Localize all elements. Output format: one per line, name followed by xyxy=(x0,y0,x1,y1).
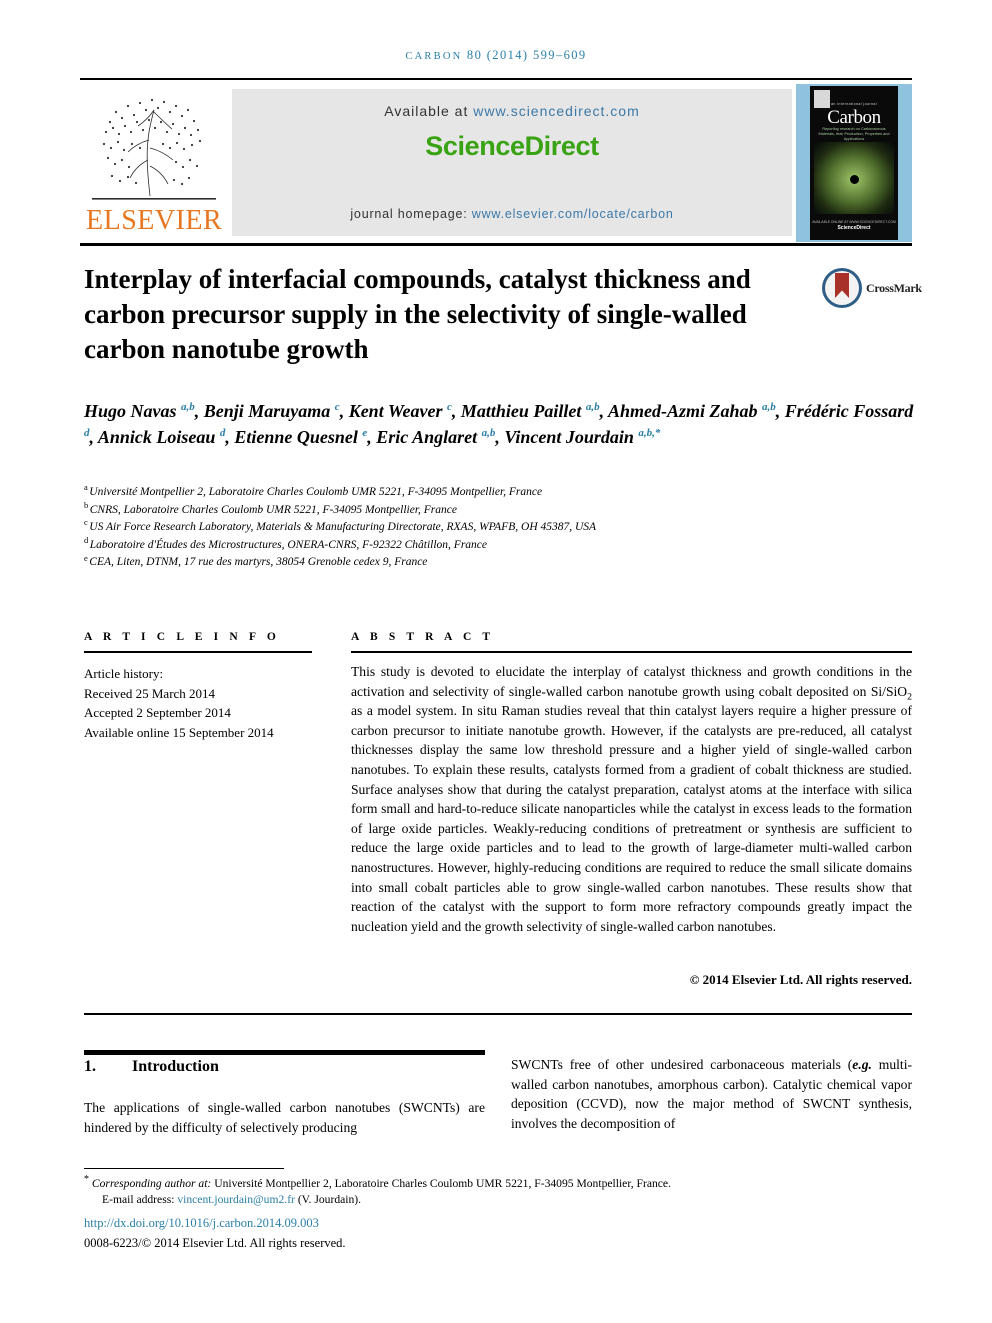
page-title: Interplay of interfacial compounds, cata… xyxy=(84,264,751,364)
intro-paragraph-right: SWCNTs free of other undesired carbonace… xyxy=(511,1055,912,1133)
cover-footer-small: AVAILABLE ONLINE AT WWW.SCIENCEDIRECT.CO… xyxy=(812,220,896,224)
sciencedirect-banner: Available at www.sciencedirect.com Scien… xyxy=(232,89,792,236)
affiliation-marker: a xyxy=(84,482,88,493)
available-at-prefix: Available at xyxy=(384,103,474,119)
section-heading: 1. Introduction xyxy=(84,1058,504,1076)
footnote-block: * Corresponding author at: Université Mo… xyxy=(84,1174,912,1208)
journal-homepage-line: journal homepage: www.elsevier.com/locat… xyxy=(232,207,792,221)
header-rule xyxy=(80,78,912,80)
email-link[interactable]: vincent.jourdain@um2.fr xyxy=(177,1193,295,1206)
crossmark-label: CrossMark xyxy=(866,281,922,295)
cover-title: Carbon xyxy=(827,107,881,128)
available-at-line: Available at www.sciencedirect.com xyxy=(232,103,792,119)
abstract-text-part2: as a model system. In situ Raman studies… xyxy=(351,703,912,934)
pre-introduction-rule xyxy=(84,1013,912,1015)
cover-subtitle: Reporting research on Carbonaceous Mater… xyxy=(818,127,890,141)
crossmark-logo-icon xyxy=(822,268,862,308)
affiliation-marker: e xyxy=(84,552,88,563)
journal-homepage-link[interactable]: www.elsevier.com/locate/carbon xyxy=(472,207,674,221)
article-info-heading: A R T I C L E I N F O xyxy=(84,631,280,643)
cover-footer-brand: ScienceDirect xyxy=(837,225,871,231)
affiliation-text: CEA, Liten, DTNM, 17 rue des martyrs, 38… xyxy=(89,556,428,569)
affiliation-item: a Université Montpellier 2, Laboratoire C… xyxy=(84,482,914,502)
affiliation-list: a Université Montpellier 2, Laboratoire C… xyxy=(84,482,914,572)
email-line: E-mail address: vincent.jourdain@um2.fr … xyxy=(84,1192,912,1208)
running-head: CARBON 80 (2014) 599–609 xyxy=(80,48,912,63)
body-column-right: SWCNTs free of other undesired carbonace… xyxy=(511,1055,912,1133)
elsevier-logo: ELSEVIER xyxy=(80,84,228,242)
asterisk-icon: * xyxy=(84,1174,89,1186)
corresponding-author-line: * Corresponding author at: Université Mo… xyxy=(84,1174,912,1192)
abstract-heading: A B S T R A C T xyxy=(351,631,495,643)
email-label: E-mail address: xyxy=(102,1193,178,1206)
intro-right-pre: SWCNTs free of other undesired carbonace… xyxy=(511,1057,853,1072)
corresponding-author-label: Corresponding author at: xyxy=(91,1177,212,1190)
affiliation-text: Laboratoire d'Études des Microstructures… xyxy=(89,538,488,551)
corresponding-author-text: Université Montpellier 2, Laboratoire Ch… xyxy=(211,1177,671,1190)
journal-cover-image: an international journal Carbon Reportin… xyxy=(796,84,912,242)
section-heading-bar xyxy=(84,1050,485,1055)
cover-footer: AVAILABLE ONLINE AT WWW.SCIENCEDIRECT.CO… xyxy=(810,219,898,231)
issn-copyright-line: 0008-6223/© 2014 Elsevier Ltd. All right… xyxy=(84,1236,346,1250)
article-history-label: Article history: xyxy=(84,666,164,681)
abstract-subscript: 2 xyxy=(907,691,912,703)
affiliation-item: c US Air Force Research Laboratory, Mater… xyxy=(84,517,914,537)
intro-right-eg: e.g. xyxy=(852,1057,872,1072)
homepage-prefix: journal homepage: xyxy=(350,207,472,221)
affiliation-text: CNRS, Laboratoire Charles Coulomb UMR 52… xyxy=(89,503,457,516)
intro-paragraph-left: The applications of single-walled carbon… xyxy=(84,1100,485,1135)
abstract-text-part1: This study is devoted to elucidate the i… xyxy=(351,664,912,699)
affiliation-item: d Laboratoire d'Études des Microstructure… xyxy=(84,534,914,555)
journal-masthead: ELSEVIER Available at www.sciencedirect.… xyxy=(80,84,912,242)
sciencedirect-logo: ScienceDirect xyxy=(425,131,599,161)
cover-international-line: an international journal xyxy=(831,102,877,106)
elsevier-wordmark: ELSEVIER xyxy=(86,205,223,236)
article-info-rule xyxy=(84,651,312,653)
article-received: Received 25 March 2014 xyxy=(84,685,216,701)
running-head-citation: 80 (2014) 599–609 xyxy=(466,48,587,62)
sciencedirect-link[interactable]: www.sciencedirect.com xyxy=(473,103,640,119)
paper-page: CARBON 80 (2014) 599–609 ELSEVIER Availa… xyxy=(0,0,992,1323)
cover-photograph xyxy=(814,142,894,214)
affiliation-text: US Air Force Research Laboratory, Materi… xyxy=(89,521,597,534)
abstract-rule xyxy=(351,651,912,653)
affiliation-item: b CNRS, Laboratoire Charles Coulomb UMR 5… xyxy=(84,499,914,520)
abstract-body: This study is devoted to elucidate the i… xyxy=(351,662,912,936)
affiliation-item: e CEA, Liten, DTNM, 17 rue des martyrs, 3… xyxy=(84,552,914,572)
running-head-journal: CARBON xyxy=(405,51,463,62)
author-list: Hugo Navas a,b, Benji Maruyama c, Kent W… xyxy=(84,401,914,447)
doi-link[interactable]: http://dx.doi.org/10.1016/j.carbon.2014.… xyxy=(84,1216,319,1231)
article-accepted: Accepted 2 September 2014 xyxy=(84,705,231,720)
crossmark-badge[interactable]: CrossMark xyxy=(822,268,922,310)
affiliation-marker: b xyxy=(84,499,89,510)
abstract-copyright: © 2014 Elsevier Ltd. All rights reserved… xyxy=(689,972,912,987)
section-title-text: Introduction xyxy=(132,1058,219,1075)
masthead-bottom-rule xyxy=(80,243,912,246)
affiliation-marker: d xyxy=(84,534,89,545)
email-suffix: (V. Jourdain). xyxy=(294,1193,362,1206)
body-column-left: The applications of single-walled carbon… xyxy=(84,1098,485,1137)
section-number: 1. xyxy=(84,1058,96,1075)
journal-cover-inner: an international journal Carbon Reportin… xyxy=(810,86,898,240)
elsevier-tree-icon xyxy=(92,98,216,200)
affiliation-text: Université Montpellier 2, Laboratoire Ch… xyxy=(89,486,543,498)
article-info-body: Article history: Received 25 March 2014 … xyxy=(84,664,324,742)
affiliation-marker: c xyxy=(84,517,88,528)
footnote-rule xyxy=(84,1168,284,1169)
article-available-online: Available online 15 September 2014 xyxy=(84,724,274,740)
